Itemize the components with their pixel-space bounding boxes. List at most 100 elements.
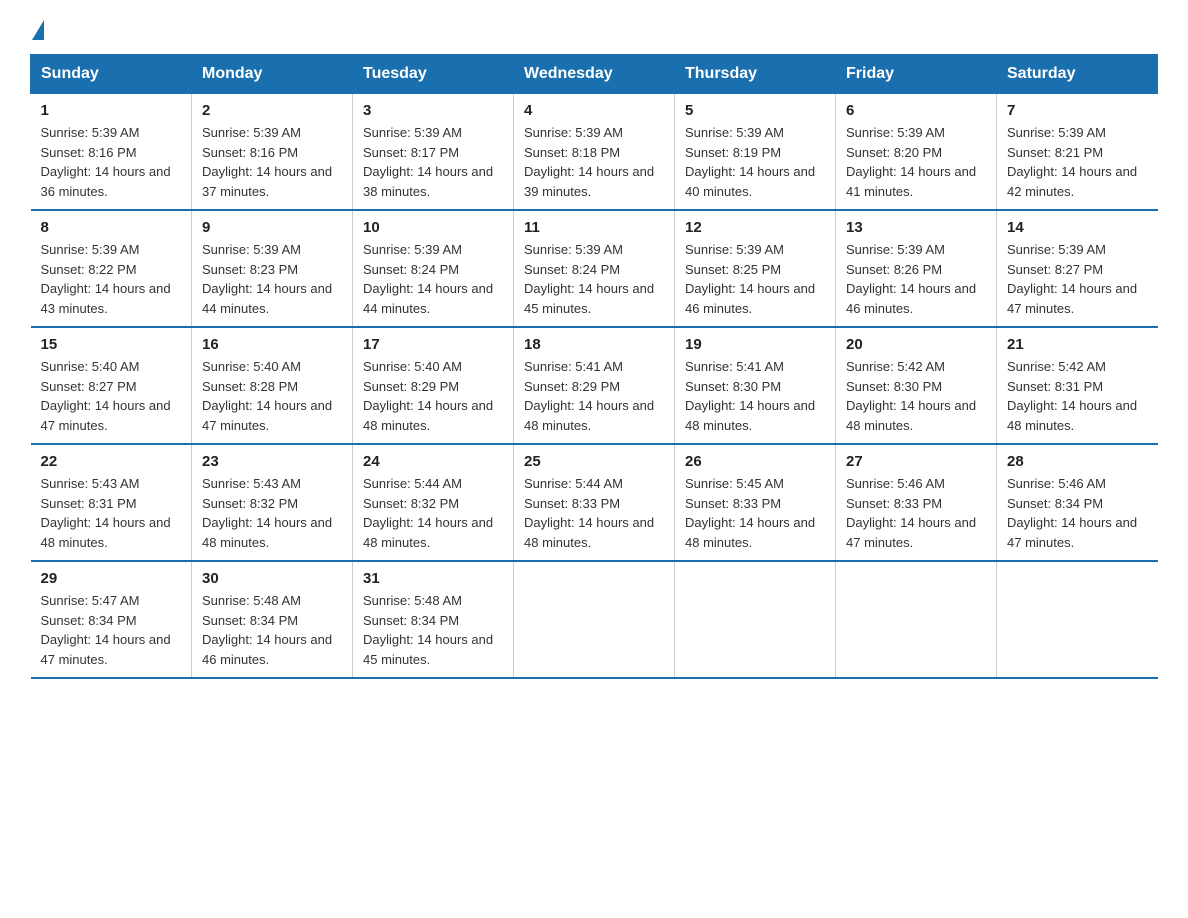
sunrise-label: Sunrise: 5:42 AM <box>1007 359 1106 374</box>
sunrise-label: Sunrise: 5:39 AM <box>685 125 784 140</box>
day-number: 18 <box>524 336 664 353</box>
day-number: 13 <box>846 219 986 236</box>
header-saturday: Saturday <box>997 55 1158 94</box>
calendar-cell: 9 Sunrise: 5:39 AM Sunset: 8:23 PM Dayli… <box>192 210 353 327</box>
header-sunday: Sunday <box>31 55 192 94</box>
sunset-label: Sunset: 8:32 PM <box>202 496 298 511</box>
day-info: Sunrise: 5:45 AM Sunset: 8:33 PM Dayligh… <box>685 474 825 552</box>
sunrise-label: Sunrise: 5:39 AM <box>202 242 301 257</box>
daylight-label: Daylight: 14 hours and 39 minutes. <box>524 164 654 199</box>
day-info: Sunrise: 5:39 AM Sunset: 8:17 PM Dayligh… <box>363 123 503 201</box>
sunrise-label: Sunrise: 5:43 AM <box>41 476 140 491</box>
calendar-cell: 14 Sunrise: 5:39 AM Sunset: 8:27 PM Dayl… <box>997 210 1158 327</box>
calendar-cell: 3 Sunrise: 5:39 AM Sunset: 8:17 PM Dayli… <box>353 94 514 211</box>
daylight-label: Daylight: 14 hours and 48 minutes. <box>685 515 815 550</box>
day-number: 16 <box>202 336 342 353</box>
sunrise-label: Sunrise: 5:39 AM <box>846 125 945 140</box>
sunrise-label: Sunrise: 5:39 AM <box>1007 125 1106 140</box>
daylight-label: Daylight: 14 hours and 42 minutes. <box>1007 164 1137 199</box>
day-info: Sunrise: 5:40 AM Sunset: 8:29 PM Dayligh… <box>363 357 503 435</box>
daylight-label: Daylight: 14 hours and 48 minutes. <box>846 398 976 433</box>
day-number: 1 <box>41 102 182 119</box>
daylight-label: Daylight: 14 hours and 47 minutes. <box>1007 281 1137 316</box>
sunrise-label: Sunrise: 5:39 AM <box>363 242 462 257</box>
calendar-cell: 29 Sunrise: 5:47 AM Sunset: 8:34 PM Dayl… <box>31 561 192 678</box>
sunrise-label: Sunrise: 5:44 AM <box>363 476 462 491</box>
daylight-label: Daylight: 14 hours and 48 minutes. <box>685 398 815 433</box>
header-tuesday: Tuesday <box>353 55 514 94</box>
sunset-label: Sunset: 8:26 PM <box>846 262 942 277</box>
daylight-label: Daylight: 14 hours and 40 minutes. <box>685 164 815 199</box>
sunrise-label: Sunrise: 5:39 AM <box>41 125 140 140</box>
day-info: Sunrise: 5:39 AM Sunset: 8:23 PM Dayligh… <box>202 240 342 318</box>
sunset-label: Sunset: 8:27 PM <box>41 379 137 394</box>
day-info: Sunrise: 5:41 AM Sunset: 8:30 PM Dayligh… <box>685 357 825 435</box>
day-number: 26 <box>685 453 825 470</box>
daylight-label: Daylight: 14 hours and 44 minutes. <box>202 281 332 316</box>
day-info: Sunrise: 5:39 AM Sunset: 8:19 PM Dayligh… <box>685 123 825 201</box>
daylight-label: Daylight: 14 hours and 45 minutes. <box>363 632 493 667</box>
day-number: 19 <box>685 336 825 353</box>
calendar-week-row: 29 Sunrise: 5:47 AM Sunset: 8:34 PM Dayl… <box>31 561 1158 678</box>
calendar-cell <box>836 561 997 678</box>
daylight-label: Daylight: 14 hours and 36 minutes. <box>41 164 171 199</box>
day-info: Sunrise: 5:39 AM Sunset: 8:26 PM Dayligh… <box>846 240 986 318</box>
daylight-label: Daylight: 14 hours and 46 minutes. <box>846 281 976 316</box>
day-number: 28 <box>1007 453 1148 470</box>
day-number: 31 <box>363 570 503 587</box>
day-number: 22 <box>41 453 182 470</box>
sunset-label: Sunset: 8:23 PM <box>202 262 298 277</box>
sunset-label: Sunset: 8:34 PM <box>363 613 459 628</box>
day-number: 6 <box>846 102 986 119</box>
sunrise-label: Sunrise: 5:39 AM <box>846 242 945 257</box>
sunset-label: Sunset: 8:16 PM <box>202 145 298 160</box>
sunset-label: Sunset: 8:22 PM <box>41 262 137 277</box>
daylight-label: Daylight: 14 hours and 47 minutes. <box>1007 515 1137 550</box>
day-info: Sunrise: 5:42 AM Sunset: 8:30 PM Dayligh… <box>846 357 986 435</box>
daylight-label: Daylight: 14 hours and 48 minutes. <box>524 398 654 433</box>
daylight-label: Daylight: 14 hours and 48 minutes. <box>202 515 332 550</box>
calendar-cell: 13 Sunrise: 5:39 AM Sunset: 8:26 PM Dayl… <box>836 210 997 327</box>
calendar-cell: 2 Sunrise: 5:39 AM Sunset: 8:16 PM Dayli… <box>192 94 353 211</box>
calendar-cell: 11 Sunrise: 5:39 AM Sunset: 8:24 PM Dayl… <box>514 210 675 327</box>
sunset-label: Sunset: 8:33 PM <box>846 496 942 511</box>
calendar-cell: 28 Sunrise: 5:46 AM Sunset: 8:34 PM Dayl… <box>997 444 1158 561</box>
sunset-label: Sunset: 8:21 PM <box>1007 145 1103 160</box>
daylight-label: Daylight: 14 hours and 47 minutes. <box>41 632 171 667</box>
day-number: 29 <box>41 570 182 587</box>
calendar-cell: 15 Sunrise: 5:40 AM Sunset: 8:27 PM Dayl… <box>31 327 192 444</box>
daylight-label: Daylight: 14 hours and 48 minutes. <box>41 515 171 550</box>
sunrise-label: Sunrise: 5:39 AM <box>41 242 140 257</box>
sunset-label: Sunset: 8:31 PM <box>1007 379 1103 394</box>
calendar-cell: 17 Sunrise: 5:40 AM Sunset: 8:29 PM Dayl… <box>353 327 514 444</box>
daylight-label: Daylight: 14 hours and 48 minutes. <box>363 398 493 433</box>
day-info: Sunrise: 5:39 AM Sunset: 8:21 PM Dayligh… <box>1007 123 1148 201</box>
day-number: 14 <box>1007 219 1148 236</box>
day-info: Sunrise: 5:40 AM Sunset: 8:27 PM Dayligh… <box>41 357 182 435</box>
calendar-cell: 10 Sunrise: 5:39 AM Sunset: 8:24 PM Dayl… <box>353 210 514 327</box>
day-info: Sunrise: 5:39 AM Sunset: 8:27 PM Dayligh… <box>1007 240 1148 318</box>
sunset-label: Sunset: 8:25 PM <box>685 262 781 277</box>
calendar-table: SundayMondayTuesdayWednesdayThursdayFrid… <box>30 54 1158 679</box>
day-info: Sunrise: 5:39 AM Sunset: 8:18 PM Dayligh… <box>524 123 664 201</box>
sunrise-label: Sunrise: 5:39 AM <box>524 125 623 140</box>
calendar-cell: 5 Sunrise: 5:39 AM Sunset: 8:19 PM Dayli… <box>675 94 836 211</box>
sunset-label: Sunset: 8:17 PM <box>363 145 459 160</box>
page-header <box>30 20 1158 38</box>
sunset-label: Sunset: 8:27 PM <box>1007 262 1103 277</box>
sunrise-label: Sunrise: 5:46 AM <box>846 476 945 491</box>
calendar-cell: 4 Sunrise: 5:39 AM Sunset: 8:18 PM Dayli… <box>514 94 675 211</box>
sunset-label: Sunset: 8:34 PM <box>41 613 137 628</box>
calendar-cell: 22 Sunrise: 5:43 AM Sunset: 8:31 PM Dayl… <box>31 444 192 561</box>
logo-triangle-icon <box>32 20 44 40</box>
day-number: 4 <box>524 102 664 119</box>
calendar-week-row: 22 Sunrise: 5:43 AM Sunset: 8:31 PM Dayl… <box>31 444 1158 561</box>
daylight-label: Daylight: 14 hours and 38 minutes. <box>363 164 493 199</box>
calendar-cell: 20 Sunrise: 5:42 AM Sunset: 8:30 PM Dayl… <box>836 327 997 444</box>
daylight-label: Daylight: 14 hours and 48 minutes. <box>1007 398 1137 433</box>
sunrise-label: Sunrise: 5:39 AM <box>363 125 462 140</box>
sunrise-label: Sunrise: 5:39 AM <box>685 242 784 257</box>
day-info: Sunrise: 5:43 AM Sunset: 8:31 PM Dayligh… <box>41 474 182 552</box>
calendar-cell: 27 Sunrise: 5:46 AM Sunset: 8:33 PM Dayl… <box>836 444 997 561</box>
calendar-cell: 6 Sunrise: 5:39 AM Sunset: 8:20 PM Dayli… <box>836 94 997 211</box>
